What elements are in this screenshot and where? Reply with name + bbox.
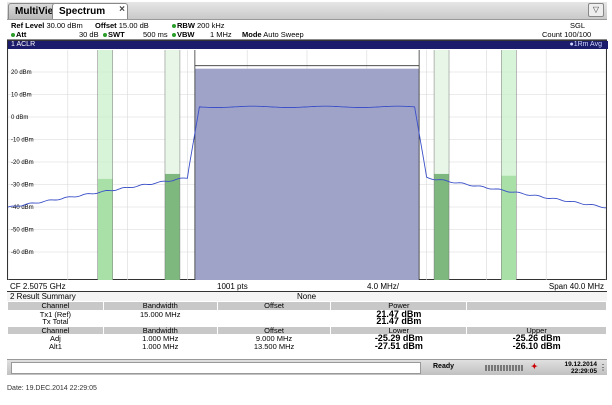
y-tick-label: -10 dBm: [11, 138, 34, 144]
y-tick-label: 20 dBm: [11, 70, 32, 76]
mode: Mode Auto Sweep: [242, 30, 304, 39]
offset-value: 15.00 dB: [118, 21, 149, 30]
plot-title-bar: 1 ACLR ●1Rm Avg: [8, 41, 608, 49]
table-cell: [467, 310, 607, 318]
ready-status: Ready: [433, 363, 455, 370]
status-time: 22:29:05: [570, 368, 597, 375]
table-cell: Alt1: [48, 341, 62, 351]
swt-label: SWT: [108, 30, 125, 39]
swt-value: 500 ms: [143, 30, 168, 39]
ref-level-value: 30.00 dBm: [46, 21, 83, 30]
rbw-value: 200 kHz: [197, 21, 225, 30]
coupled-dot-icon: [103, 33, 107, 38]
table-cell: Tx Total: [42, 317, 69, 326]
table-row: Tx1 (Ref) 15.000 MHz 21.47 dBm: [8, 309, 607, 319]
tab-spectrum[interactable]: Spectrum ×: [52, 3, 128, 19]
mode-label: Mode: [242, 30, 262, 39]
network-icon: ✦: [531, 362, 538, 371]
result-summary-none: None: [297, 292, 317, 301]
trace-label: ●1Rm Avg: [569, 41, 602, 48]
settings-header: Ref Level 30.00 dBm Offset 15.00 dB RBW …: [7, 20, 607, 40]
table-cell: -27.51 dBm: [374, 340, 423, 351]
sweep-count: Count 100/100: [542, 30, 592, 39]
rbw-label: RBW: [177, 21, 195, 30]
table-cell: 1.000 MHz: [142, 341, 179, 351]
close-icon[interactable]: ×: [119, 4, 125, 15]
tx-channel-power-bar: [194, 68, 420, 280]
table-cell: [103, 318, 217, 326]
table-cell: 21.47 dBm: [376, 316, 422, 326]
result-summary-label: 2 Result Summary: [10, 292, 76, 301]
att: Att: [11, 30, 26, 39]
att-label: Att: [16, 30, 27, 39]
y-tick-label: -20 dBm: [11, 160, 34, 166]
spectrum-plot[interactable]: 1 ACLR ●1Rm Avg 20 dBm 10 dBm 0 dBm -10 dBm…: [7, 40, 608, 280]
table-cell: [217, 318, 331, 326]
capture-date: Date: 19.DEC.2014 22:29:05: [7, 385, 97, 392]
rbw: RBW 200 kHz: [172, 21, 225, 30]
coupled-dot-icon: [11, 33, 15, 38]
offset: Offset 15.00 dB: [95, 21, 149, 30]
vbw-label: VBW: [177, 30, 195, 39]
center-frequency: CF 2.5075 GHz: [10, 282, 66, 291]
table-cell: [217, 310, 331, 318]
header-cell: Bandwidth: [102, 301, 218, 311]
y-tick-label: 10 dBm: [11, 93, 32, 99]
table-cell: [467, 318, 607, 326]
ref-level-label: Ref Level: [11, 21, 45, 30]
y-tick-label: 0 dBm: [11, 115, 28, 121]
plot-axis-info: CF 2.5075 GHz 1001 pts 4.0 MHz/ Span 40.…: [7, 281, 607, 292]
sweep-points: 1001 pts: [217, 282, 248, 291]
y-tick-label: -50 dBm: [11, 228, 34, 234]
alt-channel-power-bar: [97, 178, 113, 280]
dropdown-icon[interactable]: ▽: [588, 3, 604, 17]
vbw-value: 1 MHz: [210, 30, 232, 39]
header-cell: [466, 301, 607, 311]
command-input[interactable]: [11, 362, 421, 374]
table-row: Alt1 1.000 MHz 13.500 MHz -27.51 dBm -26…: [8, 340, 607, 351]
spectrum-graph: 20 dBm10 dBm0 dBm-10 dBm-20 dBm-30 dBm-4…: [8, 50, 606, 280]
offset-label: Offset: [95, 21, 117, 30]
sgl-indicator: SGL: [570, 21, 586, 30]
adj-channel-power-bar: [434, 173, 450, 280]
adj-channel-power-bar: [164, 173, 180, 280]
more-icon[interactable]: ⋮: [599, 363, 607, 372]
progress-indicator: [485, 365, 523, 371]
tab-spectrum-label: Spectrum: [59, 6, 106, 17]
header-cell: Channel: [7, 301, 104, 311]
status-datetime: 19.12.2014 22:29:05: [559, 361, 597, 375]
analyzer-screen: MultiView Spectrum × ▽ Ref Level 30.00 d…: [0, 0, 612, 405]
table-cell: -26.10 dBm: [512, 340, 561, 351]
header-cell: Offset: [216, 301, 332, 311]
y-tick-label: -30 dBm: [11, 183, 34, 189]
swt: SWT: [103, 30, 125, 39]
table-cell: 13.500 MHz: [253, 341, 295, 351]
table-cell: 15.000 MHz: [140, 309, 181, 319]
coupled-dot-icon: [172, 33, 176, 38]
table-header: Channel Bandwidth Offset Power: [7, 301, 607, 311]
y-tick-label: -60 dBm: [11, 250, 34, 256]
plot-title: 1 ACLR: [11, 41, 36, 48]
table-row: Tx Total 21.47 dBm: [8, 316, 607, 326]
status-date: 19.12.2014: [564, 361, 597, 368]
vbw: VBW: [172, 30, 195, 39]
alt-channel-power-bar: [501, 175, 517, 280]
frequency-per-div: 4.0 MHz/: [367, 282, 400, 291]
status-bar: Ready ✦ 19.12.2014 22:29:05 ⋮: [7, 359, 607, 375]
mode-value: Auto Sweep: [263, 30, 304, 39]
result-summary-title: 2 Result Summary None: [7, 292, 607, 301]
frequency-span: Span 40.0 MHz: [548, 282, 604, 291]
ref-level: Ref Level 30.00 dBm: [11, 21, 83, 30]
result-summary-table: Channel Bandwidth Offset Power Tx1 (Ref)…: [7, 301, 607, 350]
coupled-dot-icon: [172, 24, 176, 29]
att-value: 30 dB: [79, 30, 99, 39]
